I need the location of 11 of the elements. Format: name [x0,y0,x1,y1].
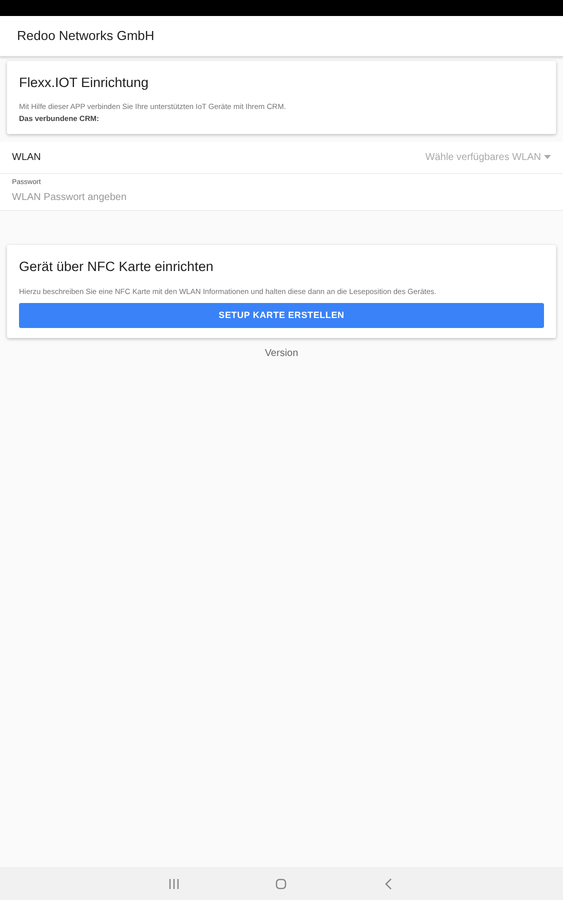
version-label: Version [264,347,300,362]
setup-card-button[interactable]: SETUP KARTE ERSTELLEN [19,302,544,328]
recents-icon[interactable] [168,878,180,890]
home-icon[interactable] [275,878,288,890]
caret-icon [544,155,551,160]
wlan-dropdown[interactable]: Wähle verfügbares WLAN [425,150,551,165]
password-field[interactable]: WLAN Passwort angeben [0,188,563,212]
wlan-label: WLAN [12,150,41,165]
app-title: Redoo Networks GmbH [17,27,154,46]
card-title: Gerät über NFC Karte einrichten [19,258,214,276]
card-title: Flexx.IOT Einrichtung [19,74,150,92]
